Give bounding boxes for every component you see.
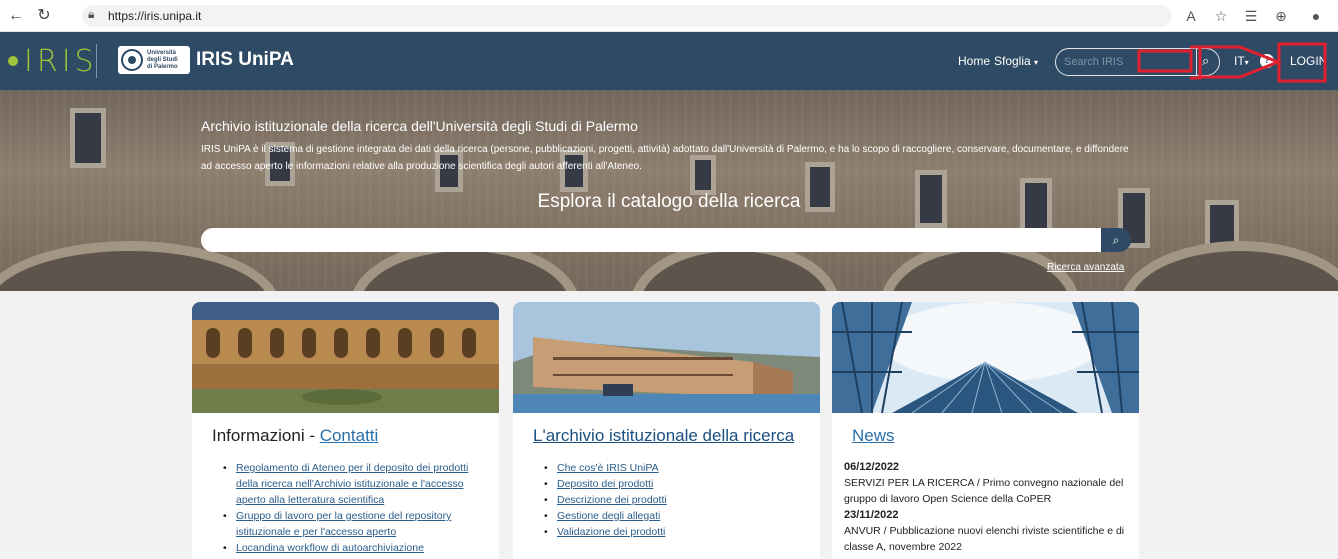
lock-icon: 🔒︎ (88, 7, 95, 21)
list-item[interactable]: Che cos'è IRIS UniPA (544, 460, 807, 476)
list-item[interactable]: Descrizione dei prodotti (544, 492, 807, 508)
language-dropdown[interactable]: IT▾ (1234, 54, 1249, 68)
profile-avatar-icon[interactable]: ● (1305, 6, 1327, 26)
news-card: News 06/12/2022 SERVIZI PER LA RICERCA /… (832, 302, 1139, 559)
hero-description: IRIS UniPA è il sistema di gestione inte… (201, 144, 1129, 172)
list-item[interactable]: Validazione dei prodotti (544, 524, 807, 540)
iris-logo[interactable]: IRIS (8, 43, 98, 79)
advanced-search-link[interactable]: Ricerca avanzata (1047, 262, 1124, 273)
list-item[interactable]: Locandina workflow di autoarchiviazione (223, 540, 486, 556)
site-navbar: IRIS Università degli Studi di Palermo I… (0, 32, 1338, 90)
info-card-title: Informazioni - Contatti (212, 426, 379, 445)
caret-down-icon: ▾ (1244, 58, 1249, 67)
list-item[interactable]: Deposito dei prodotti (544, 476, 807, 492)
hero-explore-heading: Esplora il catalogo della ricerca (537, 191, 801, 212)
contacts-link[interactable]: Contatti (320, 426, 379, 445)
iris-logo-dot-icon (8, 56, 18, 66)
news-date: 23/11/2022 (844, 509, 899, 521)
brand-title[interactable]: IRIS UniPA (196, 49, 294, 71)
news-card-title[interactable]: News (852, 426, 895, 446)
nav-home-link[interactable]: Home (958, 54, 990, 68)
archive-card: L'archivio istituzionale della ricerca C… (513, 302, 820, 559)
address-url: https://iris.unipa.it (108, 9, 202, 23)
hero-title: Archivio istituzionale della ricerca del… (201, 118, 638, 134)
news-date: 06/12/2022 (844, 461, 900, 473)
favorites-list-icon[interactable]: ☰ (1240, 6, 1262, 26)
nav-browse-dropdown[interactable]: Sfoglia ▾ (994, 54, 1038, 68)
address-bar[interactable]: 🔒︎ https://iris.unipa.it (82, 5, 1172, 27)
info-card: Informazioni - Contatti Regolamento di A… (192, 302, 499, 559)
archive-card-image (513, 302, 820, 413)
collections-icon[interactable]: ⊕ (1270, 6, 1292, 26)
search-divider (1196, 49, 1197, 75)
search-icon[interactable]: ⌕ (1202, 53, 1209, 69)
news-card-image (832, 302, 1139, 413)
iris-logo-word: IRIS (24, 43, 98, 79)
courtyard-photo (192, 302, 499, 413)
login-link[interactable]: LOGIN (1290, 54, 1327, 68)
news-item[interactable]: ANVUR / Pubblicazione nuovi elenchi rivi… (844, 523, 1129, 555)
unipa-logo-text: Università degli Studi di Palermo (147, 49, 178, 70)
hero-banner: Archivio istituzionale della ricerca del… (0, 90, 1338, 291)
refresh-icon[interactable]: ↻ (34, 6, 54, 26)
help-icon[interactable]: ? (1260, 54, 1274, 68)
read-aloud-icon[interactable]: A (1180, 6, 1202, 26)
unipa-logo[interactable]: Università degli Studi di Palermo (118, 46, 190, 74)
catalog-search-input[interactable] (201, 228, 1101, 252)
list-item[interactable]: Gruppo di lavoro per la gestione del rep… (223, 508, 486, 540)
building-photo (513, 302, 820, 413)
news-list: 06/12/2022 SERVIZI PER LA RICERCA / Prim… (844, 459, 1129, 555)
favorite-star-icon[interactable]: ☆ (1210, 6, 1232, 26)
logo-divider (96, 44, 97, 78)
archive-card-list: Che cos'è IRIS UniPA Deposito dei prodot… (544, 460, 807, 540)
list-item[interactable]: Gestione degli allegati (544, 508, 807, 524)
nav-search-placeholder: Search IRIS (1064, 56, 1124, 68)
catalog-search-button[interactable]: ⌕ (1101, 228, 1131, 252)
info-card-image (192, 302, 499, 413)
browser-toolbar: ← ↻ 🔒︎ https://iris.unipa.it A ☆ ☰ ⊕ ● (0, 0, 1338, 32)
unipa-seal-icon (121, 49, 143, 71)
back-arrow-icon[interactable]: ← (6, 6, 26, 26)
info-card-list: Regolamento di Ateneo per il deposito de… (223, 460, 486, 556)
search-icon: ⌕ (1112, 233, 1120, 247)
nav-search-input[interactable]: Search IRIS ⌕ (1055, 48, 1220, 76)
glass-building-photo (832, 302, 1139, 413)
news-item[interactable]: SERVIZI PER LA RICERCA / Primo convegno … (844, 475, 1129, 507)
archive-card-title[interactable]: L'archivio istituzionale della ricerca (533, 426, 794, 446)
list-item[interactable]: Regolamento di Ateneo per il deposito de… (223, 460, 486, 508)
caret-down-icon: ▾ (1034, 58, 1039, 67)
